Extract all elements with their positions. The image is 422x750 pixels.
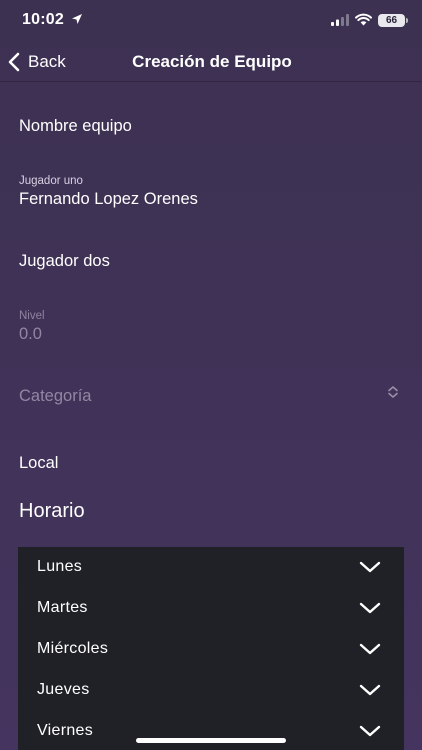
day-row-tuesday[interactable]: Martes <box>18 588 404 629</box>
day-row-friday[interactable]: Viernes <box>18 711 404 750</box>
level-field: Nivel 0.0 <box>19 310 404 344</box>
chevron-left-icon <box>8 52 20 72</box>
location-arrow-icon <box>72 14 82 24</box>
player-one-value: Fernando Lopez Orenes <box>19 190 198 208</box>
player-two-placeholder: Jugador dos <box>19 252 110 270</box>
chevron-down-icon <box>359 561 381 573</box>
navigation-bar: Creación de Equipo Back <box>0 42 422 82</box>
chevron-up-down-icon[interactable] <box>386 385 400 399</box>
chevron-down-icon <box>359 684 381 696</box>
chevron-down-icon <box>359 643 381 655</box>
category-placeholder: Categoría <box>19 387 92 405</box>
home-indicator[interactable] <box>136 738 286 743</box>
player-one-label: Jugador uno <box>19 175 83 187</box>
back-label: Back <box>28 52 66 71</box>
day-label: Jueves <box>37 681 90 698</box>
player-one-field[interactable]: Jugador uno Fernando Lopez Orenes <box>19 175 404 209</box>
battery-level: 66 <box>385 15 398 26</box>
status-bar: 10:02 66 <box>0 0 422 42</box>
player-two-field[interactable]: Jugador dos <box>19 252 404 271</box>
day-label: Lunes <box>37 558 83 575</box>
status-time: 10:02 <box>22 11 64 28</box>
battery-nub <box>406 18 408 23</box>
chevron-down-icon <box>359 725 381 737</box>
team-name-placeholder: Nombre equipo <box>19 117 132 135</box>
category-select[interactable]: Categoría <box>19 387 379 406</box>
schedule-title: Horario <box>19 500 85 522</box>
level-label: Nivel <box>19 310 45 322</box>
wifi-icon <box>355 13 372 26</box>
cellular-signal-icon <box>331 14 349 26</box>
level-value: 0.0 <box>19 325 42 343</box>
local-field[interactable]: Local <box>19 454 404 473</box>
team-name-field[interactable]: Nombre equipo <box>19 117 404 136</box>
day-row-monday[interactable]: Lunes <box>18 547 404 588</box>
day-row-thursday[interactable]: Jueves <box>18 670 404 711</box>
schedule-days-list: Lunes Martes Miércoles Jueves Viernes <box>18 547 404 750</box>
local-placeholder: Local <box>19 454 59 472</box>
day-label: Miércoles <box>37 640 109 657</box>
back-button[interactable]: Back <box>8 48 66 76</box>
day-label: Viernes <box>37 722 94 739</box>
chevron-down-icon <box>359 602 381 614</box>
day-row-wednesday[interactable]: Miércoles <box>18 629 404 670</box>
day-label: Martes <box>37 599 88 616</box>
